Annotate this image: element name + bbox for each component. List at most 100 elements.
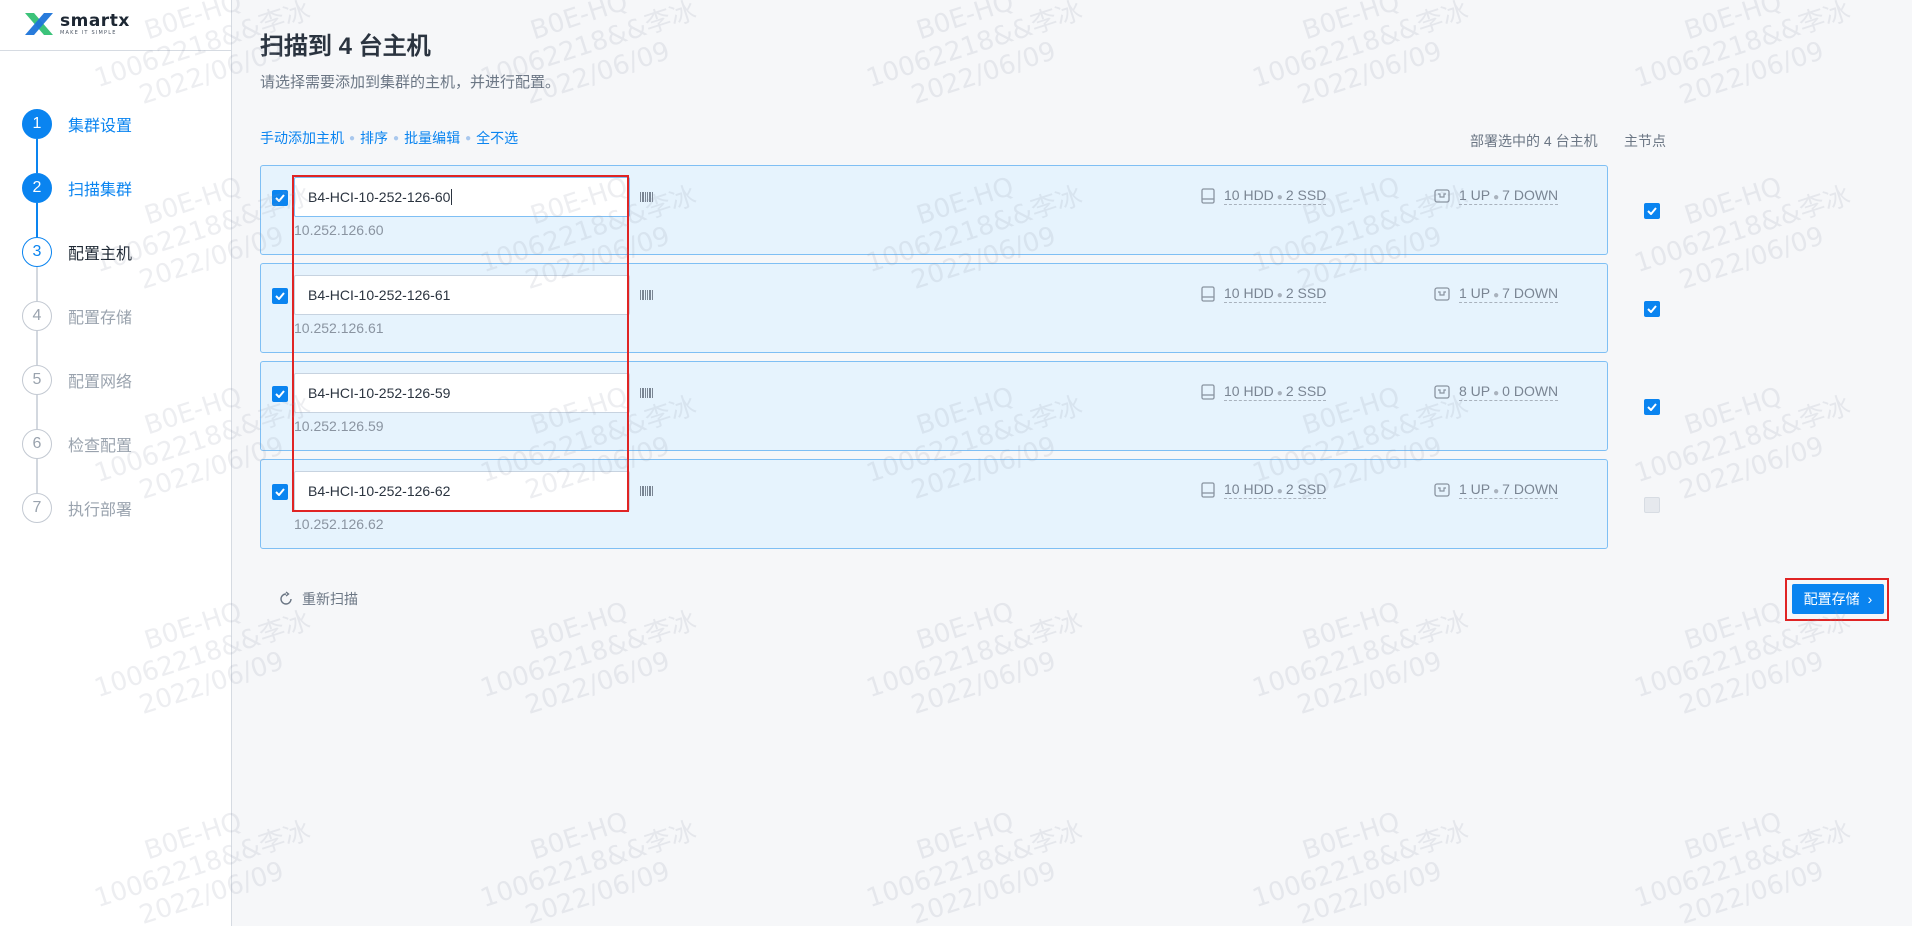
deselect-all-link[interactable]: 全不选 bbox=[476, 128, 518, 148]
watermark: B0E-HQ10062218&&李冰2022/06/09 bbox=[476, 596, 701, 721]
logo-tagline: MAKE IT SIMPLE bbox=[60, 29, 117, 36]
logo-divider bbox=[0, 50, 232, 51]
nic-info[interactable]: 8 UP ● 0 DOWN bbox=[1434, 383, 1559, 401]
disk-info[interactable]: 10 HDD ● 2 SSD bbox=[1201, 481, 1327, 499]
step-number: 6 bbox=[22, 429, 52, 459]
nic-up-count: 1 UP bbox=[1459, 285, 1491, 301]
next-button-label: 配置存储 bbox=[1803, 591, 1860, 607]
ssd-count: 2 SSD bbox=[1285, 383, 1327, 399]
nic-down-count: 7 DOWN bbox=[1502, 481, 1559, 497]
rescan-button[interactable]: 重新扫描 bbox=[278, 589, 358, 609]
hdd-count: 10 HDD bbox=[1224, 481, 1274, 497]
watermark: B0E-HQ10062218&&李冰2022/06/09 bbox=[862, 0, 1087, 111]
sidebar: smartx MAKE IT SIMPLE 1 集群设置 2 扫描集群 3 配置… bbox=[0, 0, 232, 926]
host-card: B4-HCI-10-252-126-59 10.252.126.59 10 HD… bbox=[260, 361, 1608, 451]
rescan-label: 重新扫描 bbox=[302, 591, 358, 607]
host-name-input[interactable]: B4-HCI-10-252-126-61 bbox=[294, 275, 630, 315]
host-name-input[interactable]: B4-HCI-10-252-126-62 bbox=[294, 471, 630, 511]
step-number: 7 bbox=[22, 493, 52, 523]
disk-icon bbox=[1201, 188, 1215, 204]
network-port-icon bbox=[1434, 189, 1450, 203]
master-node-checkbox[interactable] bbox=[1644, 203, 1660, 219]
host-name-input[interactable]: B4-HCI-10-252-126-60 bbox=[294, 177, 630, 217]
configure-storage-button[interactable]: 配置存储 › bbox=[1792, 584, 1884, 614]
barcode-icon[interactable] bbox=[639, 288, 653, 302]
refresh-icon bbox=[280, 591, 292, 605]
master-node-checkbox[interactable] bbox=[1644, 301, 1660, 317]
step-configure-storage: 4 配置存储 bbox=[22, 301, 132, 331]
ssd-count: 2 SSD bbox=[1285, 187, 1327, 203]
nic-info[interactable]: 1 UP ● 7 DOWN bbox=[1434, 187, 1559, 205]
host-card: B4-HCI-10-252-126-61 10.252.126.61 10 HD… bbox=[260, 263, 1608, 353]
network-port-icon bbox=[1434, 385, 1450, 399]
step-cluster-settings[interactable]: 1 集群设置 bbox=[22, 109, 132, 139]
ssd-count: 2 SSD bbox=[1285, 285, 1327, 301]
disk-info[interactable]: 10 HDD ● 2 SSD bbox=[1201, 285, 1327, 303]
nic-up-count: 8 UP bbox=[1459, 383, 1491, 399]
disk-info[interactable]: 10 HDD ● 2 SSD bbox=[1201, 187, 1327, 205]
batch-edit-link[interactable]: 批量编辑 bbox=[404, 128, 460, 148]
host-name-value: B4-HCI-10-252-126-62 bbox=[308, 483, 451, 499]
step-connector bbox=[36, 395, 38, 429]
host-ip: 10.252.126.59 bbox=[294, 418, 384, 434]
step-number: 2 bbox=[22, 173, 52, 203]
step-configure-hosts[interactable]: 3 配置主机 bbox=[22, 237, 132, 267]
step-deploy: 7 执行部署 bbox=[22, 493, 132, 523]
nic-down-count: 7 DOWN bbox=[1502, 285, 1559, 301]
watermark: B0E-HQ10062218&&李冰2022/06/09 bbox=[476, 806, 701, 926]
step-label: 扫描集群 bbox=[68, 182, 133, 199]
host-ip: 10.252.126.61 bbox=[294, 320, 384, 336]
watermark: B0E-HQ10062218&&李冰2022/06/09 bbox=[862, 806, 1087, 926]
host-card: B4-HCI-10-252-126-62 10.252.126.62 10 HD… bbox=[260, 459, 1608, 549]
host-select-checkbox[interactable] bbox=[272, 386, 288, 402]
step-check-config: 6 检查配置 bbox=[22, 429, 132, 459]
watermark: B0E-HQ10062218&&李冰2022/06/09 bbox=[1630, 0, 1855, 111]
nic-info[interactable]: 1 UP ● 7 DOWN bbox=[1434, 285, 1559, 303]
barcode-icon[interactable] bbox=[639, 484, 653, 498]
barcode-icon[interactable] bbox=[639, 190, 653, 204]
nic-down-count: 0 DOWN bbox=[1502, 383, 1559, 399]
step-connector bbox=[36, 203, 38, 237]
watermark: B0E-HQ10062218&&李冰2022/06/09 bbox=[1248, 806, 1473, 926]
host-name-value: B4-HCI-10-252-126-61 bbox=[308, 287, 451, 303]
nic-up-count: 1 UP bbox=[1459, 481, 1491, 497]
step-scan-cluster[interactable]: 2 扫描集群 bbox=[22, 173, 132, 203]
master-node-checkbox[interactable] bbox=[1644, 497, 1660, 513]
step-label: 配置存储 bbox=[68, 310, 133, 327]
separator-dot: ● bbox=[349, 132, 356, 144]
host-select-checkbox[interactable] bbox=[272, 288, 288, 304]
text-caret bbox=[451, 189, 453, 205]
page-title: 扫描到 4 台主机 bbox=[260, 33, 431, 60]
host-actions: 手动添加主机 ● 排序 ● 批量编辑 ● 全不选 bbox=[260, 128, 518, 148]
step-label: 配置主机 bbox=[68, 246, 133, 263]
sort-link[interactable]: 排序 bbox=[360, 128, 388, 148]
master-node-checkbox[interactable] bbox=[1644, 399, 1660, 415]
step-label: 配置网络 bbox=[68, 374, 133, 391]
network-port-icon bbox=[1434, 287, 1450, 301]
host-select-checkbox[interactable] bbox=[272, 190, 288, 206]
step-connector bbox=[36, 267, 38, 301]
step-configure-network: 5 配置网络 bbox=[22, 365, 132, 395]
watermark: B0E-HQ10062218&&李冰2022/06/09 bbox=[1630, 806, 1855, 926]
step-number: 5 bbox=[22, 365, 52, 395]
add-host-manually-link[interactable]: 手动添加主机 bbox=[260, 128, 344, 148]
step-connector bbox=[36, 331, 38, 365]
barcode-icon[interactable] bbox=[639, 386, 653, 400]
host-ip: 10.252.126.60 bbox=[294, 222, 384, 238]
hdd-count: 10 HDD bbox=[1224, 187, 1274, 203]
step-label: 集群设置 bbox=[68, 118, 133, 135]
nic-down-count: 7 DOWN bbox=[1502, 187, 1559, 203]
step-number: 3 bbox=[22, 237, 52, 267]
step-label: 检查配置 bbox=[68, 438, 133, 455]
host-select-checkbox[interactable] bbox=[272, 484, 288, 500]
host-ip: 10.252.126.62 bbox=[294, 516, 384, 532]
disk-info[interactable]: 10 HDD ● 2 SSD bbox=[1201, 383, 1327, 401]
separator-dot: ● bbox=[465, 132, 472, 144]
separator-dot: ● bbox=[393, 132, 400, 144]
page-subtitle: 请选择需要添加到集群的主机，并进行配置。 bbox=[260, 74, 561, 91]
watermark: B0E-HQ10062218&&李冰2022/06/09 bbox=[1248, 0, 1473, 111]
smartx-logo-icon bbox=[22, 10, 56, 38]
host-name-input[interactable]: B4-HCI-10-252-126-59 bbox=[294, 373, 630, 413]
nic-info[interactable]: 1 UP ● 7 DOWN bbox=[1434, 481, 1559, 499]
host-name-value: B4-HCI-10-252-126-60 bbox=[308, 189, 451, 205]
